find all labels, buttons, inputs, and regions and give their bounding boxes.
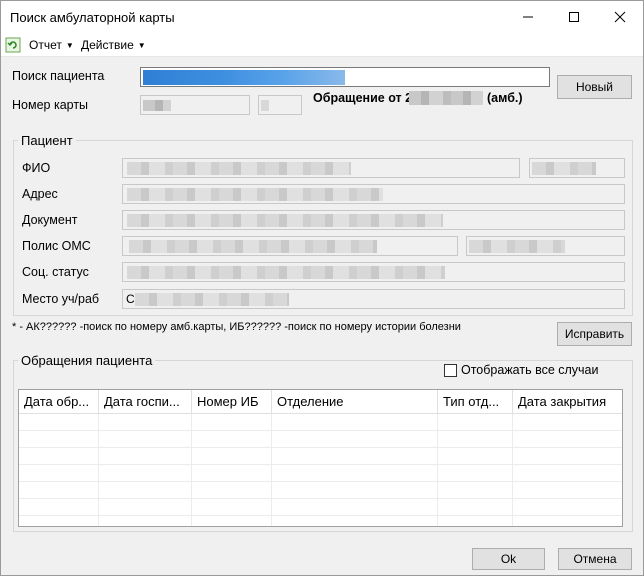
menu-bar: Отчет ▼ Действие ▼ (1, 33, 643, 57)
cancel-button-label: Отмена (573, 552, 617, 566)
column-appeal-date[interactable]: Дата обр... (19, 390, 99, 414)
appeal-date-blur (409, 91, 483, 105)
fio-value-blur (127, 162, 351, 175)
show-all-checkbox[interactable] (444, 364, 457, 377)
column-department-type[interactable]: Тип отд... (438, 390, 513, 414)
table-row[interactable] (19, 482, 622, 499)
table-row[interactable] (19, 431, 622, 448)
document-label: Документ (22, 213, 78, 227)
social-status-value-blur (127, 266, 445, 279)
policy-value-blur (129, 240, 377, 253)
workplace-value-prefix: С (126, 292, 135, 306)
column-close-date[interactable]: Дата закрытия (513, 390, 622, 414)
chevron-down-icon: ▼ (65, 40, 74, 50)
close-icon (614, 11, 626, 23)
birthdate-value-blur (532, 162, 596, 175)
column-ib-number[interactable]: Номер ИБ (192, 390, 272, 414)
table-row[interactable] (19, 448, 622, 465)
fio-label: ФИО (22, 161, 51, 175)
policy-number-value-blur (469, 240, 565, 253)
appeals-table-header: Дата обр... Дата госпи... Номер ИБ Отдел… (19, 390, 622, 414)
patient-search-label: Поиск пациента (12, 69, 105, 83)
document-value-blur (127, 214, 443, 227)
chevron-down-icon: ▼ (137, 40, 146, 50)
new-button[interactable]: Новый (557, 75, 632, 99)
table-row[interactable] (19, 414, 622, 431)
appeals-table[interactable]: Дата обр... Дата госпи... Номер ИБ Отдел… (18, 389, 623, 527)
minimize-icon (523, 16, 533, 18)
address-field[interactable] (122, 184, 625, 204)
refresh-icon[interactable] (5, 37, 21, 53)
column-department[interactable]: Отделение (272, 390, 438, 414)
card-number-field-2[interactable] (258, 95, 302, 115)
window-title: Поиск амбулаторной карты (10, 10, 175, 25)
birthdate-field[interactable] (529, 158, 625, 178)
search-hint: * - АК?????? -поиск по номеру амб.карты,… (12, 321, 461, 333)
search-card-window: Поиск амбулаторной карты Отчет ▼ Действи… (0, 0, 644, 576)
policy-field[interactable] (122, 236, 458, 256)
menu-action[interactable]: Действие ▼ (81, 38, 146, 52)
workplace-field[interactable]: С (122, 289, 625, 309)
document-field[interactable] (122, 210, 625, 230)
social-status-label: Соц. статус (22, 265, 89, 279)
card-number-2-value-blur (261, 100, 269, 111)
appeal-suffix: (амб.) (487, 91, 523, 105)
table-row[interactable] (19, 465, 622, 482)
patient-search-input[interactable] (140, 67, 550, 87)
workplace-label: Место уч/раб (22, 292, 100, 306)
policy-number-field[interactable] (466, 236, 625, 256)
title-bar: Поиск амбулаторной карты (1, 1, 643, 33)
card-number-value-blur (143, 100, 171, 111)
selected-search-text (143, 70, 345, 85)
appeals-group-title: Обращения пациента (18, 353, 156, 368)
column-hospitalization-date[interactable]: Дата госпи... (99, 390, 192, 414)
workplace-value-blur (135, 293, 289, 306)
ok-button[interactable]: Ok (472, 548, 545, 570)
fio-field[interactable] (122, 158, 520, 178)
appeal-text: Обращение от 2 (313, 91, 413, 105)
address-label: Адрес (22, 187, 58, 201)
address-value-blur (127, 188, 383, 201)
card-number-field[interactable] (140, 95, 250, 115)
social-status-field[interactable] (122, 262, 625, 282)
maximize-icon (569, 12, 579, 22)
table-row[interactable] (19, 499, 622, 516)
patient-group-title: Пациент (18, 133, 76, 148)
cancel-button[interactable]: Отмена (558, 548, 632, 570)
card-number-label: Номер карты (12, 98, 89, 112)
menu-report-label: Отчет (29, 38, 62, 52)
maximize-button[interactable] (551, 1, 597, 33)
close-button[interactable] (597, 1, 643, 33)
menu-action-label: Действие (81, 38, 134, 52)
new-button-label: Новый (575, 80, 614, 94)
show-all-label[interactable]: Отображать все случаи (461, 363, 599, 377)
policy-label: Полис ОМС (22, 239, 91, 253)
menu-report[interactable]: Отчет ▼ (29, 38, 74, 52)
fix-button-label: Исправить (564, 327, 625, 341)
minimize-button[interactable] (505, 1, 551, 33)
ok-button-label: Ok (500, 552, 517, 566)
fix-button[interactable]: Исправить (557, 322, 632, 346)
